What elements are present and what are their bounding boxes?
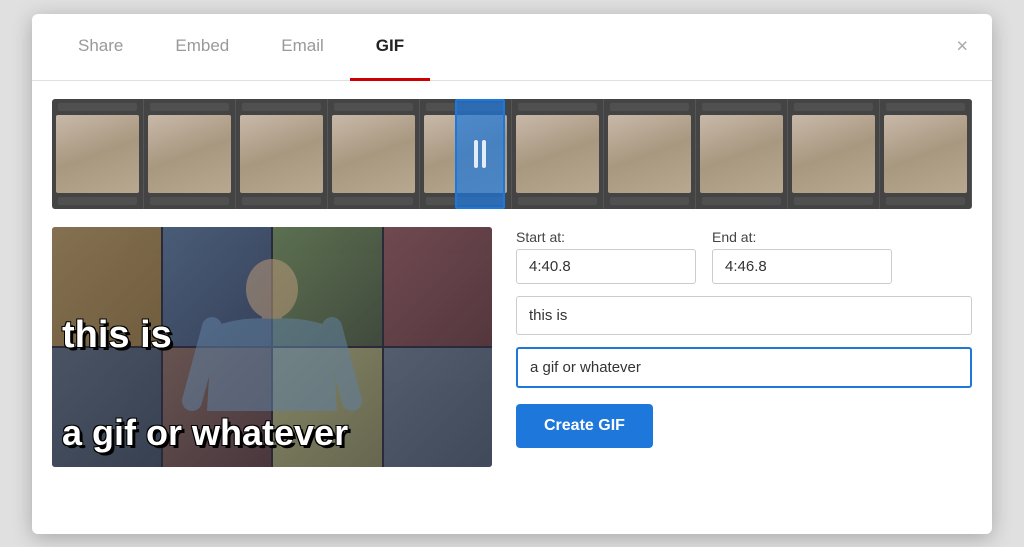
- filmstrip-selection-handle[interactable]: [455, 99, 505, 209]
- filmstrip-frame: [696, 99, 788, 209]
- time-row: Start at: End at:: [516, 229, 972, 284]
- create-gif-button[interactable]: Create GIF: [516, 404, 653, 448]
- gif-preview: this is a gif or whatever: [52, 227, 492, 467]
- preview-caption-bottom: a gif or whatever: [62, 413, 482, 453]
- right-panel: Start at: End at: Create GIF: [516, 227, 972, 448]
- filmstrip-frame: [788, 99, 880, 209]
- tab-embed[interactable]: Embed: [149, 14, 255, 81]
- start-time-field: Start at:: [516, 229, 696, 284]
- caption2-input[interactable]: [516, 347, 972, 388]
- dialog: Share Embed Email GIF ×: [32, 14, 992, 534]
- filmstrip-frame: [328, 99, 420, 209]
- tab-gif[interactable]: GIF: [350, 14, 430, 81]
- filmstrip-frame: [512, 99, 604, 209]
- tab-email[interactable]: Email: [255, 14, 350, 81]
- filmstrip-frame: [144, 99, 236, 209]
- start-time-input[interactable]: [516, 249, 696, 284]
- content-area: this is a gif or whatever Start at: End …: [52, 227, 972, 467]
- tab-bar: Share Embed Email GIF ×: [32, 14, 992, 81]
- end-time-input[interactable]: [712, 249, 892, 284]
- tab-share[interactable]: Share: [52, 14, 149, 81]
- start-time-label: Start at:: [516, 229, 696, 245]
- filmstrip[interactable]: [52, 99, 972, 209]
- filmstrip-frame: [236, 99, 328, 209]
- filmstrip-frames: [52, 99, 972, 209]
- dialog-body: this is a gif or whatever Start at: End …: [32, 81, 992, 491]
- preview-caption-top: this is: [62, 315, 482, 357]
- handle-bar-right: [482, 140, 486, 168]
- caption1-input[interactable]: [516, 296, 972, 335]
- end-time-label: End at:: [712, 229, 892, 245]
- filmstrip-grip: [474, 140, 486, 168]
- filmstrip-frame: [880, 99, 972, 209]
- filmstrip-frame: [52, 99, 144, 209]
- end-time-field: End at:: [712, 229, 892, 284]
- filmstrip-frame: [604, 99, 696, 209]
- handle-bar-left: [474, 140, 478, 168]
- close-button[interactable]: ×: [948, 31, 976, 62]
